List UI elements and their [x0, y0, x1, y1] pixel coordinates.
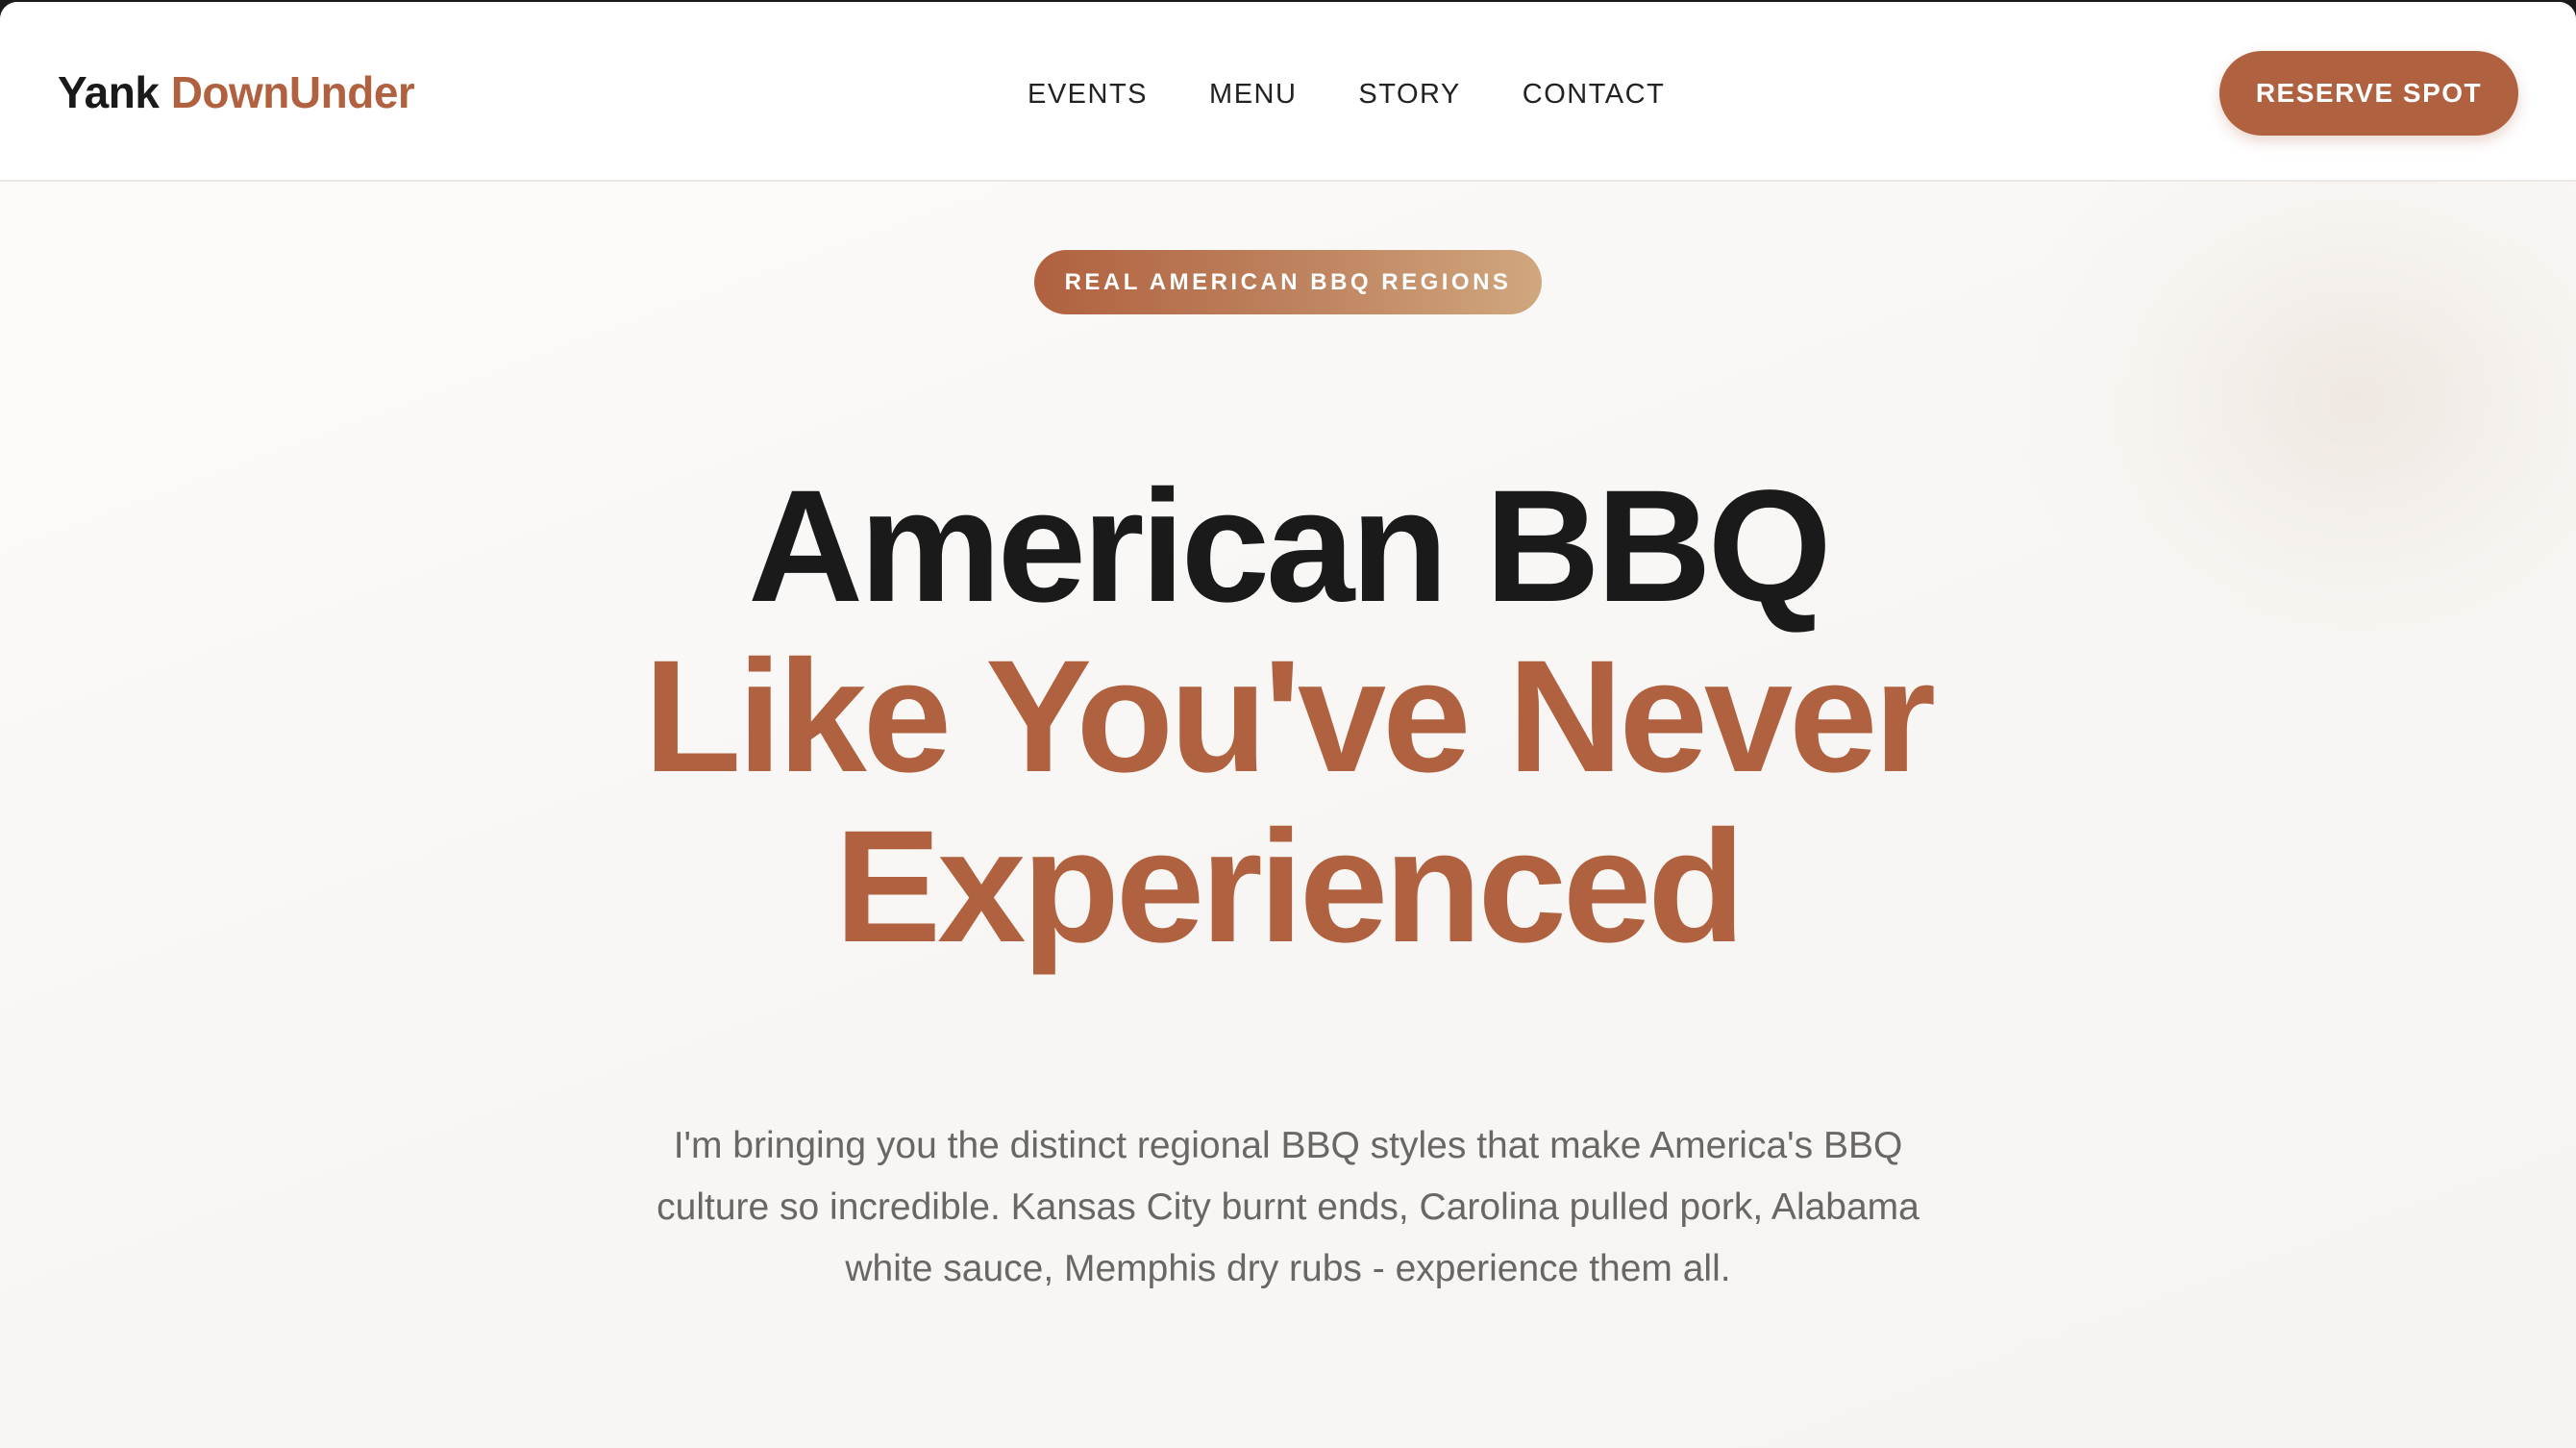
nav-link-story[interactable]: STORY [1358, 77, 1460, 112]
logo-text-primary: Yank [58, 67, 160, 117]
nav-link-events[interactable]: EVENTS [1028, 77, 1148, 112]
headline-line-1: American BBQ [748, 458, 1832, 636]
browser-viewport: Yank DownUnder EVENTS MENU STORY CONTACT… [0, 2, 2576, 1448]
hero-badge: REAL AMERICAN BBQ REGIONS [1034, 250, 1542, 314]
headline-line-2: Like You've Never [643, 628, 1936, 806]
hero-headline: American BBQ Like You've Never Experienc… [0, 462, 2576, 972]
headline-line-3: Experienced [834, 798, 1745, 976]
main-nav: EVENTS MENU STORY CONTACT [1028, 77, 1726, 112]
site-logo[interactable]: Yank DownUnder [58, 65, 415, 119]
nav-link-contact[interactable]: CONTACT [1523, 77, 1666, 112]
nav-link-menu[interactable]: MENU [1209, 77, 1297, 112]
logo-text-accent: DownUnder [170, 67, 415, 117]
site-header: Yank DownUnder EVENTS MENU STORY CONTACT… [0, 2, 2576, 182]
hero-subtitle: I'm bringing you the distinct regional B… [656, 1125, 1920, 1289]
reserve-spot-button[interactable]: RESERVE SPOT [2219, 51, 2518, 136]
